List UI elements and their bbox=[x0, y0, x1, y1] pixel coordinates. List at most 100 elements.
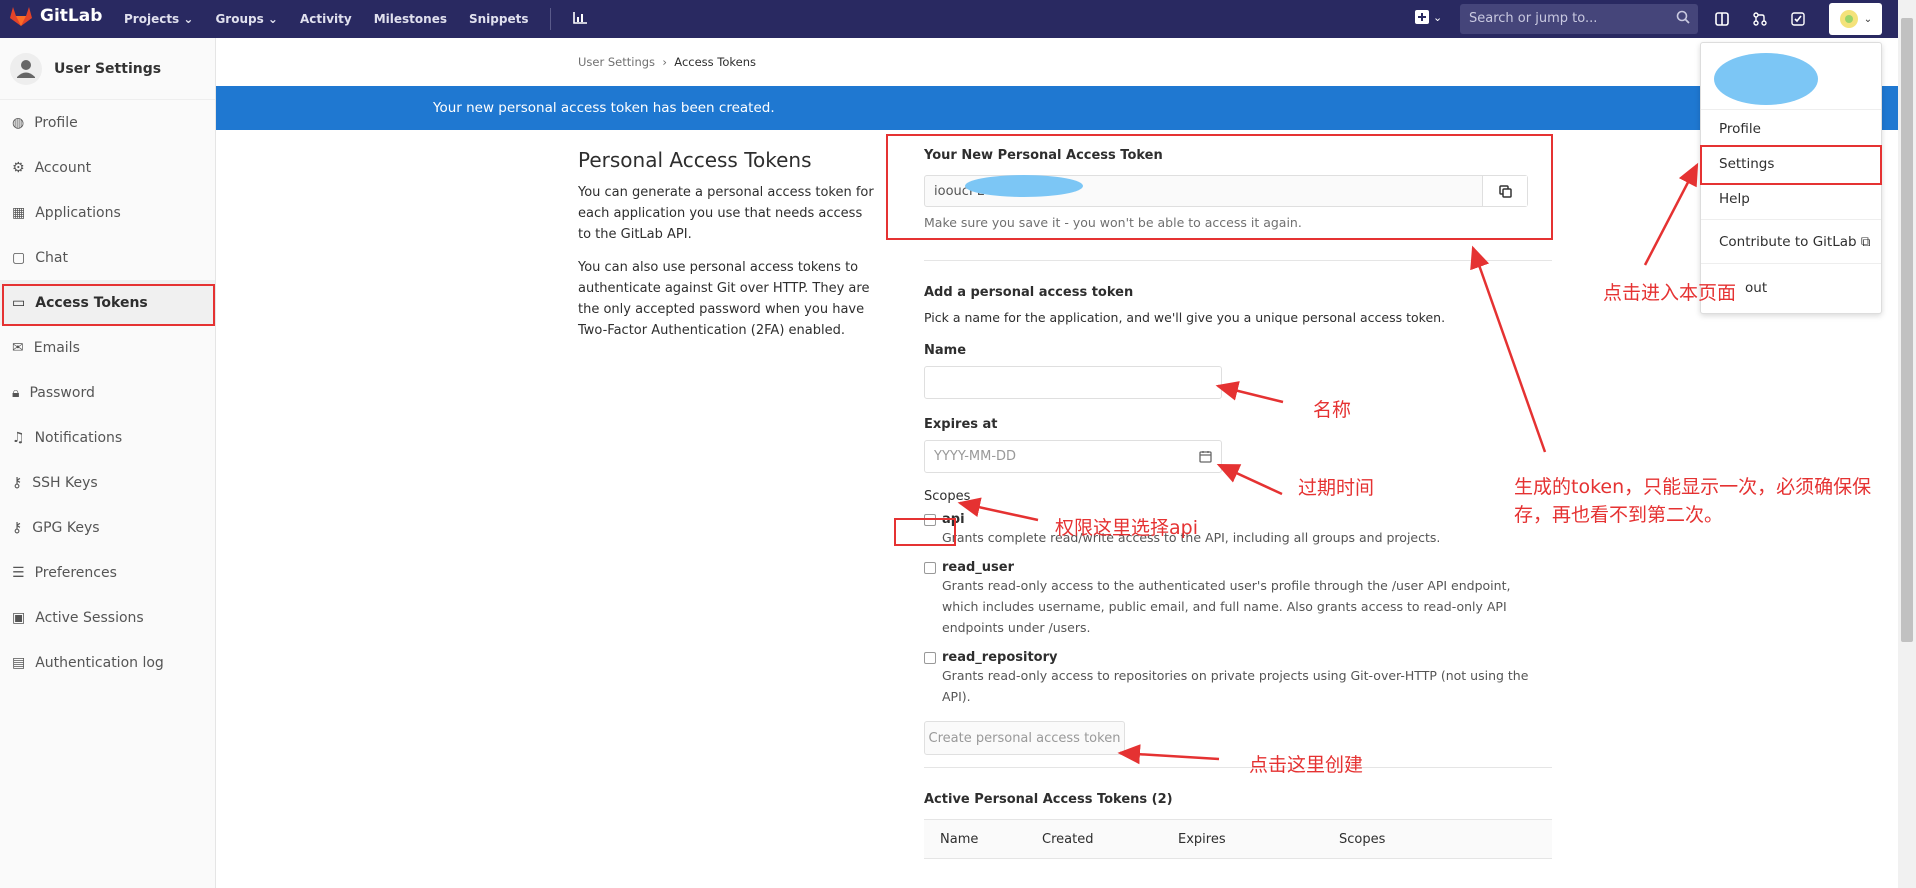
top-navbar: GitLab Projects ⌄ Groups ⌄ Activity Mile… bbox=[0, 0, 1898, 38]
log-icon: ▤ bbox=[12, 654, 26, 671]
divider bbox=[924, 260, 1552, 261]
sidebar-item-profile[interactable]: ◍ Profile bbox=[0, 100, 215, 145]
sidebar-item-authentication-log[interactable]: ▤ Authentication log bbox=[0, 640, 215, 685]
calendar-icon[interactable] bbox=[1199, 450, 1212, 463]
dropdown-contribute[interactable]: Contribute to GitLab ⧉ bbox=[1719, 234, 1871, 250]
sidebar-item-active-sessions[interactable]: ▣ Active Sessions bbox=[0, 595, 215, 640]
intro-column: Personal Access Tokens You can generate … bbox=[578, 148, 878, 353]
merge-request-icon[interactable] bbox=[1753, 12, 1767, 26]
sidebar-item-emails[interactable]: ✉ Emails bbox=[0, 325, 215, 370]
profile-icon: ◍ bbox=[12, 114, 25, 131]
dropdown-profile[interactable]: Profile bbox=[1719, 121, 1761, 137]
col-name: Name bbox=[940, 831, 979, 847]
user-menu-button[interactable]: ⌄ bbox=[1829, 3, 1882, 35]
plus-square-icon bbox=[1415, 10, 1429, 24]
highlight-settings bbox=[1700, 145, 1882, 185]
avatar bbox=[1839, 10, 1858, 28]
gitlab-logo[interactable]: GitLab bbox=[10, 6, 102, 26]
dropdown-help[interactable]: Help bbox=[1719, 191, 1750, 207]
scope-read-user: read_user Grants read-only access to the… bbox=[924, 560, 1553, 638]
top-icons bbox=[1715, 0, 1805, 38]
scope-read-user-checkbox[interactable] bbox=[924, 561, 936, 574]
breadcrumb-parent[interactable]: User Settings bbox=[578, 55, 655, 69]
page-scrollbar[interactable] bbox=[1898, 0, 1916, 888]
sidebar-item-chat[interactable]: ▢ Chat bbox=[0, 235, 215, 280]
sidebar-header[interactable]: User Settings bbox=[0, 38, 215, 100]
intro-paragraph-1: You can generate a personal access token… bbox=[578, 185, 874, 242]
sliders-icon: ☰ bbox=[12, 564, 25, 581]
scope-read-repository-checkbox[interactable] bbox=[924, 651, 936, 664]
user-avatar-icon bbox=[10, 52, 42, 85]
scope-read-repository: read_repository Grants read-only access … bbox=[924, 650, 1553, 707]
dropdown-divider bbox=[1701, 219, 1881, 220]
flash-notice: Your new personal access token has been … bbox=[216, 86, 1898, 130]
col-scopes: Scopes bbox=[1339, 831, 1386, 847]
nav-projects[interactable]: Projects ⌄ bbox=[124, 12, 193, 26]
account-icon: ⚙ bbox=[12, 159, 25, 176]
dropdown-sign-out[interactable]: out bbox=[1745, 280, 1767, 296]
nav-divider bbox=[550, 8, 552, 30]
token-form-column: Your New Personal Access Token iooucPL M… bbox=[908, 134, 1553, 859]
search-input[interactable]: Search or jump to... bbox=[1460, 4, 1698, 34]
chat-icon: ▢ bbox=[12, 249, 26, 266]
app-name: GitLab bbox=[40, 6, 103, 26]
nav-snippets[interactable]: Snippets bbox=[469, 12, 529, 26]
form-subtext: Pick a name for the application, and we'… bbox=[924, 310, 1446, 325]
divider bbox=[924, 767, 1552, 768]
expires-placeholder: YYYY-MM-DD bbox=[934, 449, 1017, 464]
sidebar-item-ssh-keys[interactable]: ⚷ SSH Keys bbox=[0, 460, 215, 505]
gitlab-fox-icon bbox=[10, 7, 32, 26]
name-label: Name bbox=[924, 343, 967, 358]
key-icon: ⚷ bbox=[12, 519, 23, 536]
settings-sidebar: User Settings ◍ Profile ⚙ Account ▦ Applica… bbox=[0, 38, 216, 888]
new-item-button[interactable]: ⌄ bbox=[1415, 10, 1442, 24]
scopes-label: Scopes bbox=[924, 489, 971, 504]
redaction-blur bbox=[1714, 53, 1818, 105]
sidebar-item-notifications[interactable]: ♫ Notifications bbox=[0, 415, 215, 460]
nav-activity[interactable]: Activity bbox=[300, 12, 352, 26]
annotation-expiry: 过期时间 bbox=[1298, 477, 1375, 499]
sidebar-item-password[interactable]: 🔒︎ Password bbox=[0, 370, 215, 415]
highlight-api-scope bbox=[894, 518, 956, 546]
breadcrumb: User Settings › Access Tokens bbox=[578, 55, 756, 69]
annotation-token-note: 生成的token，只能显示一次，必须确保保存，再也看不到第二次。 bbox=[1514, 476, 1872, 526]
todos-check-icon[interactable] bbox=[1791, 12, 1805, 26]
scope-read-repository-label[interactable]: read_repository bbox=[942, 650, 1058, 665]
nav-milestones[interactable]: Milestones bbox=[374, 12, 447, 26]
expires-label: Expires at bbox=[924, 417, 998, 432]
key-icon: ⚷ bbox=[12, 474, 23, 491]
annotation-enter-page: 点击进入本页面 bbox=[1603, 282, 1737, 304]
sidebar-item-gpg-keys[interactable]: ⚷ GPG Keys bbox=[0, 505, 215, 550]
create-token-button[interactable]: Create personal access token bbox=[924, 721, 1125, 755]
scope-api: api Grants complete read/write access to… bbox=[924, 512, 1553, 548]
scope-api-desc: Grants complete read/write access to the… bbox=[942, 530, 1441, 545]
add-token-form: Add a personal access token Pick a name … bbox=[908, 285, 1553, 859]
col-expires: Expires bbox=[1178, 831, 1226, 847]
token-name-input[interactable] bbox=[924, 366, 1222, 399]
page-title: Personal Access Tokens bbox=[578, 148, 812, 172]
sidebar-item-account[interactable]: ⚙ Account bbox=[0, 145, 215, 190]
active-tokens-heading: Active Personal Access Tokens (2) bbox=[924, 792, 1173, 807]
sidebar-item-applications[interactable]: ▦ Applications bbox=[0, 190, 215, 235]
search-icon bbox=[1676, 10, 1690, 24]
dropdown-divider bbox=[1701, 263, 1881, 264]
intro-paragraph-2: You can also use personal access tokens … bbox=[578, 260, 870, 338]
highlight-new-token bbox=[886, 134, 1553, 240]
chevron-down-icon: ⌄ bbox=[1433, 10, 1443, 24]
search-placeholder: Search or jump to... bbox=[1469, 11, 1598, 26]
active-tokens-table-header: Name Created Expires Scopes bbox=[924, 819, 1552, 859]
scrollbar-thumb[interactable] bbox=[1901, 18, 1913, 642]
chart-icon[interactable] bbox=[573, 11, 588, 27]
monitor-icon: ▣ bbox=[12, 609, 26, 626]
chevron-right-icon: › bbox=[658, 55, 671, 69]
todo-panel-icon[interactable] bbox=[1715, 12, 1729, 26]
breadcrumb-current: Access Tokens bbox=[674, 55, 757, 69]
scope-read-user-desc: Grants read-only access to the authentic… bbox=[942, 578, 1511, 635]
scope-read-user-label[interactable]: read_user bbox=[942, 560, 1014, 575]
nav-groups[interactable]: Groups ⌄ bbox=[215, 12, 278, 26]
expires-at-input[interactable]: YYYY-MM-DD bbox=[924, 440, 1222, 473]
annotation-name: 名称 bbox=[1313, 399, 1352, 421]
sidebar-item-preferences[interactable]: ☰ Preferences bbox=[0, 550, 215, 595]
mail-icon: ✉ bbox=[12, 339, 24, 356]
main-nav: Projects ⌄ Groups ⌄ Activity Milestones … bbox=[124, 0, 588, 38]
